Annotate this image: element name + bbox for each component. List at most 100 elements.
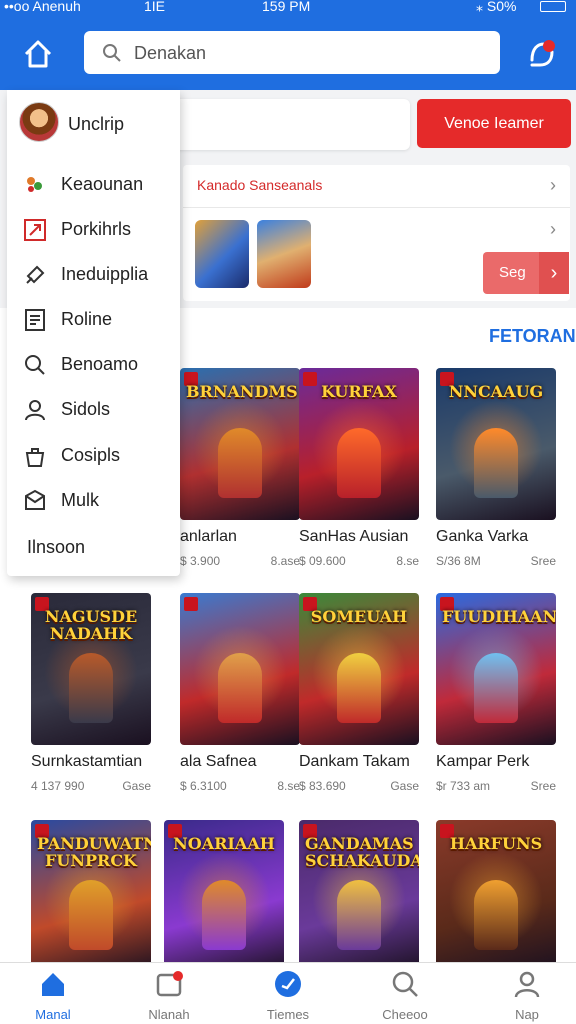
- game-card[interactable]: HARFUNS: [436, 820, 556, 972]
- nav-label: Nap: [515, 1007, 539, 1022]
- carrier-text: ••oo Anenuh: [4, 0, 81, 14]
- game-card[interactable]: PANDUWATNK FUNPRCK: [31, 820, 151, 972]
- secondary-search-field[interactable]: [170, 99, 410, 150]
- game-thumbnail[interactable]: [257, 220, 311, 288]
- tag-icon: [24, 219, 46, 241]
- game-cover[interactable]: [180, 593, 300, 745]
- search-icon: [392, 971, 418, 997]
- network-text: 1IE: [144, 0, 166, 14]
- side-drawer: Unclrip Keaounan Porkihrls Ineduipplia R…: [7, 90, 180, 576]
- battery-text: ⁎ S0%: [476, 0, 517, 14]
- nav-item-search[interactable]: Cheeoo: [360, 969, 450, 1022]
- drawer-item-label: Porkihrls: [61, 219, 132, 239]
- cover-hero: [69, 880, 113, 950]
- game-tag: 8.se: [277, 779, 300, 793]
- drawer-item-mulk[interactable]: Mulk: [23, 486, 173, 516]
- drawer-item-keaounan[interactable]: Keaounan: [23, 170, 173, 200]
- game-logo: NOARIAAH: [173, 834, 275, 853]
- game-thumbnail[interactable]: [195, 220, 249, 288]
- game-card[interactable]: FUUDIHAAN Kampar Perk $r 733 am Sree: [436, 593, 556, 793]
- game-card[interactable]: BRNANDMS anlarlan $ 3.900 8.ase: [180, 368, 300, 568]
- game-cover[interactable]: BRNANDMS: [180, 368, 300, 520]
- chevron-right-icon[interactable]: ›: [550, 219, 556, 240]
- game-price: $ 6.3100: [180, 779, 227, 793]
- bottom-nav: Manal Nlanah Tiemes Cheeoo Nap: [0, 962, 576, 1024]
- game-logo: SOMEUAH: [310, 607, 408, 626]
- search-icon: [25, 355, 45, 375]
- promo-panel: Kanado Sanseanals › › Seg ›: [183, 165, 570, 301]
- list-icon: [25, 309, 45, 331]
- home-icon[interactable]: [18, 34, 58, 74]
- action-button[interactable]: Venoe Ieamer: [417, 99, 571, 148]
- nav-item-store[interactable]: Nlanah: [124, 969, 214, 1022]
- status-time: 159 PM: [262, 0, 311, 14]
- game-title[interactable]: Surnkastamtian: [31, 753, 171, 771]
- cover-hero: [474, 653, 518, 723]
- drawer-item-label: Mulk: [61, 490, 100, 510]
- game-cover[interactable]: NNCAAUG: [436, 368, 556, 520]
- chevron-right-icon[interactable]: ›: [550, 175, 556, 196]
- game-tag: Gase: [122, 779, 151, 793]
- battery-icon: [540, 1, 566, 12]
- nav-item-games[interactable]: Tiemes: [243, 969, 333, 1022]
- drawer-footer-item[interactable]: Ilnsoon: [27, 537, 85, 558]
- game-tag: Sree: [530, 554, 556, 568]
- game-price: S/36 8M: [436, 554, 481, 568]
- game-tag: 8.se: [396, 554, 419, 568]
- notification-icon[interactable]: [522, 34, 562, 74]
- game-card[interactable]: NOARIAAH: [164, 820, 284, 972]
- cover-hero: [202, 880, 246, 950]
- game-cover[interactable]: FUUDIHAAN: [436, 593, 556, 745]
- nav-item-profile[interactable]: Nap: [482, 969, 572, 1022]
- rocket-icon: [26, 265, 45, 284]
- game-cover[interactable]: PANDUWATNK FUNPRCK: [31, 820, 151, 972]
- game-cover[interactable]: NAGUSDE NADAHK: [31, 593, 151, 745]
- cover-hero: [218, 428, 262, 498]
- cover-hero: [337, 653, 381, 723]
- search-icon: [103, 44, 121, 62]
- game-card[interactable]: SOMEUAH Dankam Takam $ 83.690 Gase: [299, 593, 419, 793]
- drawer-item-benoamo[interactable]: Benoamo: [23, 350, 173, 380]
- game-cover[interactable]: SOMEUAH: [299, 593, 419, 745]
- profile-name: Unclrip: [68, 114, 125, 134]
- game-title[interactable]: Kampar Perk: [436, 753, 576, 771]
- drawer-item-porkihrls[interactable]: Porkihrls: [23, 215, 173, 245]
- nav-label: Cheeoo: [382, 1007, 428, 1022]
- game-cover[interactable]: NOARIAAH: [164, 820, 284, 972]
- games-icon: [275, 971, 301, 997]
- game-card[interactable]: KURFAX SanHas Ausian $ 09.600 8.se: [299, 368, 419, 568]
- drawer-item-roline[interactable]: Roline: [23, 305, 173, 335]
- game-title[interactable]: SanHas Ausian: [299, 528, 439, 546]
- drawer-item-ineduipplia[interactable]: Ineduipplia: [23, 260, 173, 290]
- nav-item-home[interactable]: Manal: [8, 969, 98, 1022]
- game-cover[interactable]: GANDAMAS SCHAKAUDA: [299, 820, 419, 972]
- game-logo: NAGUSDE NADAHK: [44, 607, 138, 643]
- game-price: $ 09.600: [299, 554, 346, 568]
- featured-link[interactable]: FETORAN: [489, 326, 576, 347]
- game-title[interactable]: Dankam Takam: [299, 753, 439, 771]
- game-logo: FUUDIHAAN: [442, 607, 556, 626]
- flower-icon: [27, 177, 42, 192]
- nav-label: Tiemes: [266, 1007, 310, 1022]
- game-card[interactable]: ala Safnea $ 6.3100 8.se: [180, 593, 300, 793]
- game-card[interactable]: NAGUSDE NADAHK Surnkastamtian 4 137 990 Gas…: [31, 593, 151, 793]
- game-price: $ 3.900: [180, 554, 221, 568]
- game-title[interactable]: Ganka Varka: [436, 528, 576, 546]
- drawer-item-label: Keaounan: [61, 174, 144, 194]
- cover-hero: [337, 880, 381, 950]
- home-icon: [42, 973, 64, 996]
- status-bar: ••oo Anenuh 1IE 159 PM ⁎ S0%: [0, 0, 576, 16]
- search-input[interactable]: Denakan: [84, 31, 500, 74]
- drawer-item-cosipls[interactable]: Cosipls: [23, 441, 173, 471]
- game-card[interactable]: NNCAAUG Ganka Varka S/36 8M Sree: [436, 368, 556, 568]
- game-logo: GANDAMAS SCHAKAUDA: [305, 834, 419, 870]
- game-cover[interactable]: HARFUNS: [436, 820, 556, 972]
- promo-button[interactable]: Seg ›: [483, 252, 569, 294]
- mail-icon: [25, 489, 45, 510]
- game-badge-icon: [184, 597, 198, 611]
- game-logo: HARFUNS: [449, 834, 543, 853]
- game-cover[interactable]: KURFAX: [299, 368, 419, 520]
- game-card[interactable]: GANDAMAS SCHAKAUDA: [299, 820, 419, 972]
- promo-title[interactable]: Kanado Sanseanals: [197, 177, 322, 193]
- drawer-item-sidols[interactable]: Sidols: [23, 395, 173, 425]
